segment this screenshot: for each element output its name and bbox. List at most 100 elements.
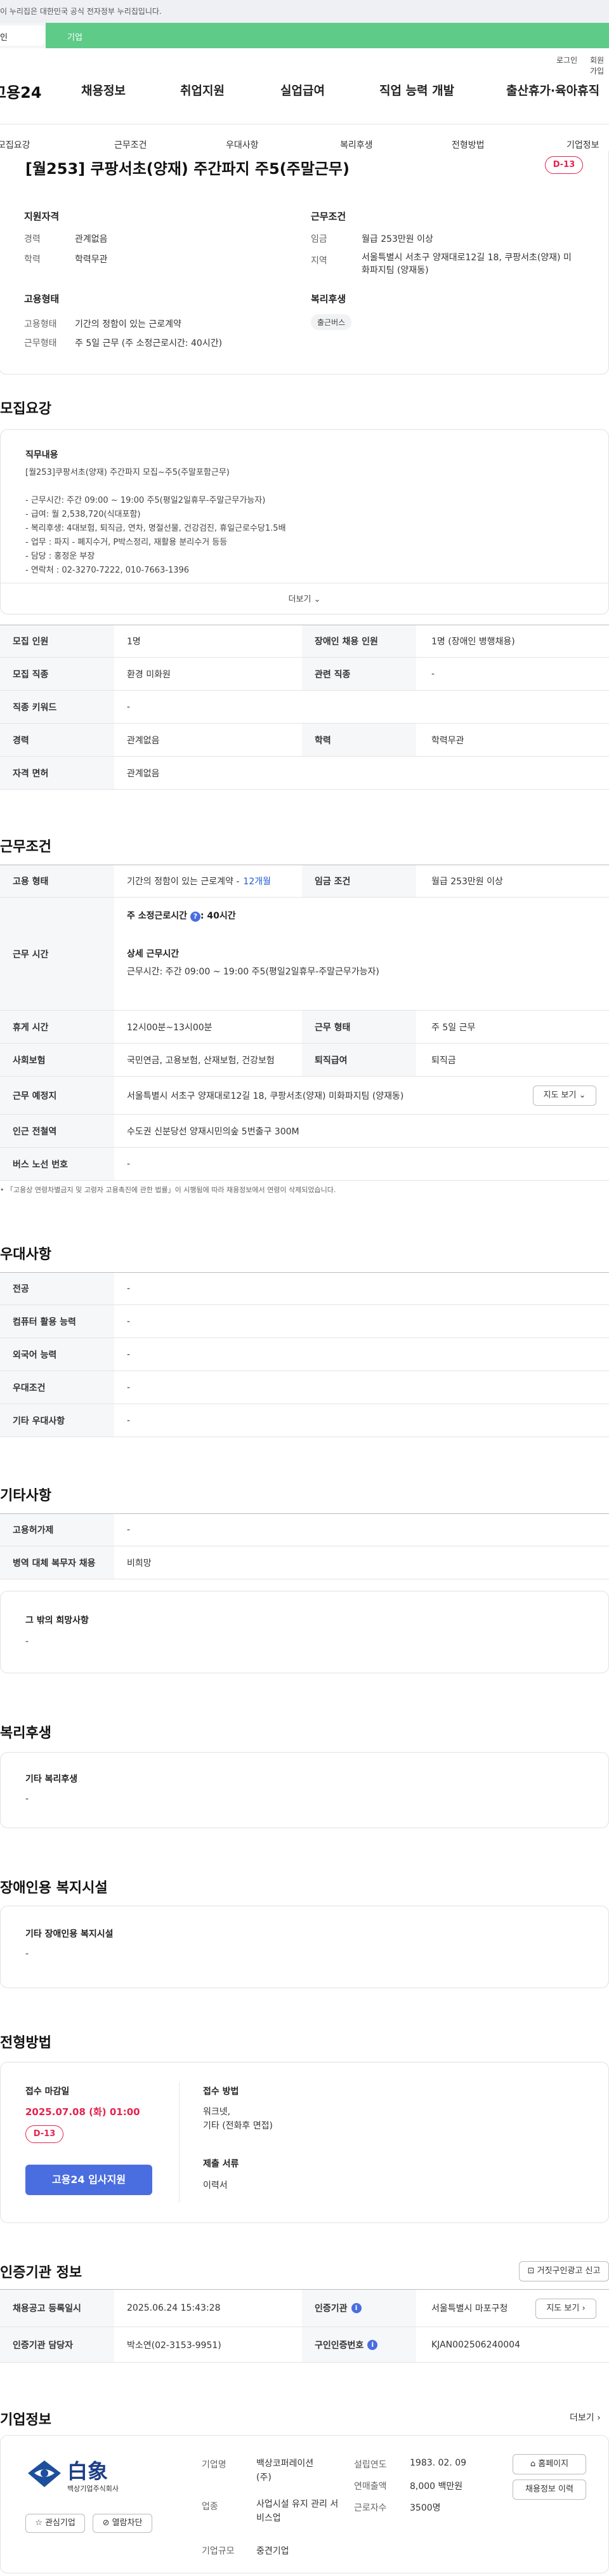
home-icon: ⌂ xyxy=(530,2459,539,2469)
nav-parental-leave[interactable]: 출산휴가·육아휴직 xyxy=(506,81,599,98)
row-label: 고용 형태 xyxy=(0,865,114,897)
welfare-box-title: 기타 복리후생 xyxy=(25,1774,78,1784)
tab-recruit[interactable]: 모집요강 xyxy=(0,138,30,151)
company-size-label: 기업규모 xyxy=(202,2546,235,2556)
welfare-title: 복리후생 xyxy=(0,1725,51,1741)
row-label: 자격 면허 xyxy=(0,757,114,789)
row-value: 2025.06.24 15:43:28 xyxy=(127,2303,221,2313)
nav-vocational-training[interactable]: 직업 능력 개발 xyxy=(379,81,454,98)
company-more-link[interactable]: 더보기 › xyxy=(570,2411,601,2424)
age-notice: • 「고용상 연령차별금지 및 고령자 고용촉진에 관한 법률」이 시행됨에 따… xyxy=(0,1185,336,1195)
docs-value: 이력서 xyxy=(203,2181,228,2191)
emp-type: 기간의 정함이 있는 근로계약 - xyxy=(127,877,240,887)
company-name-label: 기업명 xyxy=(202,2460,226,2470)
gov-notice: 이 누리집은 대한민국 공식 전자정부 누리집입니다. xyxy=(0,7,162,16)
site-logo[interactable]: 고용24 xyxy=(0,80,42,102)
row-label: 휴게 시간 xyxy=(0,1011,114,1043)
report-button[interactable]: ⊡ 거짓구인광고 신고 xyxy=(519,2261,609,2281)
favorite-label: 관심기업 xyxy=(44,2518,75,2528)
agency-map-button[interactable]: 지도 보기 › xyxy=(535,2299,596,2319)
job-history-button[interactable]: 채용정보 이력 xyxy=(513,2480,586,2500)
disabled-box-value: - xyxy=(25,1949,29,1959)
table-row: 직종 키워드 - xyxy=(0,691,609,724)
row-value: - xyxy=(127,1525,131,1535)
row-value: 수도권 신분당선 양재시민의숲 5번출구 300M xyxy=(127,1126,299,1137)
block-company-button[interactable]: ⊘ 열람차단 xyxy=(93,2514,152,2533)
selection-dday-badge: D-13 xyxy=(25,2125,63,2143)
emp-type-value: 기간의 정함이 있는 근로계약 xyxy=(75,319,181,329)
row-value: 비희망 xyxy=(127,1558,152,1569)
selection-card xyxy=(0,2062,609,2223)
edu-label: 학력 xyxy=(24,255,41,265)
area-label: 지역 xyxy=(311,256,327,266)
nav-jobs[interactable]: 채용정보 xyxy=(81,81,126,98)
table-row: 휴게 시간 12시00분~13시00분 근무 형태 주 5일 근무 xyxy=(0,1011,609,1044)
company-sales-value: 8,000 백만원 xyxy=(410,2481,463,2492)
tab-conditions[interactable]: 근무조건 xyxy=(114,138,147,151)
pref-title: 우대사항 xyxy=(0,1247,51,1263)
tab-preferences[interactable]: 우대사항 xyxy=(226,138,259,151)
row-label: 근무 예정지 xyxy=(0,1077,114,1114)
exp-label: 경력 xyxy=(24,234,41,244)
company-est-label: 설립연도 xyxy=(354,2460,387,2470)
table-row: 전공 - xyxy=(0,1272,609,1305)
welfare-tag: 출근버스 xyxy=(311,314,352,330)
detail-hours: 근무시간: 주간 09:00 ~ 19:00 주5(평일2일휴무-주말근무가능자… xyxy=(127,967,379,977)
info-icon[interactable]: i xyxy=(367,2339,378,2350)
company-logo-mark xyxy=(28,2460,61,2487)
star-icon: ☆ xyxy=(35,2518,45,2528)
row-value: - xyxy=(431,668,435,679)
row-label: 외국어 능력 xyxy=(0,1338,114,1371)
method-value: 워크넷, 기타 (전화후 면접) xyxy=(203,2107,273,2131)
row-value: - xyxy=(127,1349,131,1360)
table-row: 모집 직종 환경 미화원 관련 직종 - xyxy=(0,658,609,691)
row-value: 서울특별시 마포구청 xyxy=(431,2304,508,2314)
table-row: 고용허가제 - xyxy=(0,1513,609,1546)
area-value: 서울특별시 서초구 양재대로12길 18, 쿠팡서초(양재) 미화파지팀 (양재… xyxy=(362,253,572,276)
row-value: 서울특별시 서초구 양재대로12길 18, 쿠팡서초(양재) 미화파지팀 (양재… xyxy=(127,1091,404,1101)
nav-employment-support[interactable]: 취업지원 xyxy=(180,81,225,98)
row-label: 구인인증번호 i xyxy=(302,2327,416,2362)
favorite-company-button[interactable]: ☆ 관심기업 xyxy=(25,2514,85,2533)
docs-label: 제출 서류 xyxy=(203,2159,239,2169)
search-tab-company[interactable]: 기업 xyxy=(46,23,609,48)
company-emp-label: 근로자수 xyxy=(354,2503,387,2513)
job-title: [월253] 쿠팡서초(양재) 주간파지 주5(주말근무) xyxy=(25,160,350,178)
table-row: 병역 대체 복무자 채용 비희망 xyxy=(0,1546,609,1579)
row-value: 관계없음 xyxy=(127,768,160,779)
tab-welfare[interactable]: 복리후생 xyxy=(340,138,373,151)
tab-company[interactable]: 기업정보 xyxy=(566,138,599,151)
chevron-down-icon: ⌄ xyxy=(579,1091,586,1100)
row-label: 경력 xyxy=(0,724,114,756)
table-row: 인근 전철역 수도권 신분당선 양재시민의숲 5번출구 300M xyxy=(0,1115,609,1148)
etc-box xyxy=(0,1591,609,1673)
table-row: 우대조건 - xyxy=(0,1371,609,1404)
qual-title: 지원자격 xyxy=(24,211,60,222)
etc-box-title: 그 밖의 희망사항 xyxy=(25,1616,89,1626)
tab-selection[interactable]: 전형방법 xyxy=(452,138,485,151)
info-icon[interactable]: ? xyxy=(190,912,200,922)
row-label: 전공 xyxy=(0,1273,114,1305)
homepage-button[interactable]: ⌂ 홈페이지 xyxy=(513,2454,586,2474)
row-value: 관계없음 xyxy=(127,735,160,746)
map-view-button[interactable]: 지도 보기 ⌄ xyxy=(533,1086,596,1106)
apply-button[interactable]: 고용24 입사지원 xyxy=(25,2165,152,2195)
row-label: 모집 인원 xyxy=(0,625,114,657)
company-title: 기업정보 xyxy=(0,2412,51,2428)
company-logo-text: 白象 xyxy=(67,2459,108,2483)
work-form-label: 근무형태 xyxy=(24,338,57,349)
nav-unemployment-benefit[interactable]: 실업급여 xyxy=(280,81,325,98)
disabled-title: 장애인용 복지시설 xyxy=(0,1880,108,1896)
row-label: 학력 xyxy=(302,724,416,756)
block-label: 열람차단 xyxy=(112,2518,143,2528)
login-link[interactable]: 로그인 xyxy=(556,55,577,65)
duty-more-button[interactable]: 더보기 ⌄ xyxy=(0,583,609,614)
company-logo: 白象 백상기업주식회사 xyxy=(25,2454,146,2500)
info-icon[interactable]: i xyxy=(351,2303,362,2313)
join-link[interactable]: 회원가입 xyxy=(590,55,609,76)
bullet-icon: • xyxy=(0,1186,6,1194)
search-tab-individual[interactable]: 인 xyxy=(0,25,44,46)
table-row: 자격 면허 관계없음 xyxy=(0,757,609,790)
detail-hours-title: 상세 근무시간 xyxy=(127,949,180,959)
gov-notice-bar: 이 누리집은 대한민국 공식 전자정부 누리집입니다. xyxy=(0,0,609,23)
